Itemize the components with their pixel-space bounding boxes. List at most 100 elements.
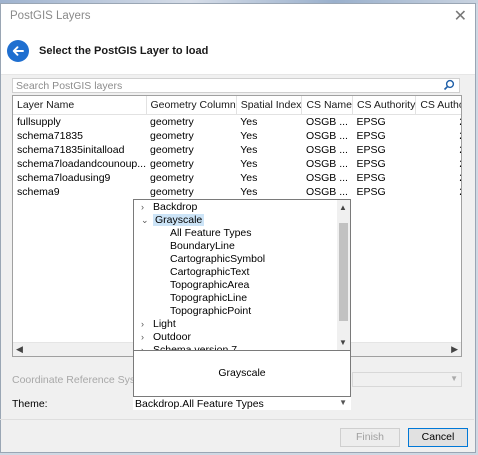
table-header-row: Layer Name Geometry Column Spatial Index… [13,96,461,115]
theme-tree: › Backdrop ⌄ Grayscale All Feature Types Boun… [134,200,339,350]
column-header-layer-name[interactable]: Layer Name [13,96,147,115]
chevron-down-icon: ▼ [450,374,458,383]
scroll-left-icon[interactable]: ◀ [16,344,23,355]
tree-item-child[interactable]: TopographicPoint [170,305,251,318]
table-cell: OSGB ... [305,186,348,198]
table-row[interactable]: fullsupplygeometryYesOSGB ...EPSG27700PR [13,115,461,130]
wizard-header: Select the PostGIS Layer to load [1,28,475,75]
table-cell: 27700 [416,157,461,171]
page-title: Select the PostGIS Layer to load [39,45,209,57]
table-cell: OSGB ... [305,130,348,142]
table-cell: Yes [240,186,258,198]
table-cell: Yes [240,144,258,156]
tree-item-label: Backdrop [153,201,198,213]
chevron-down-icon[interactable]: ⌄ [141,214,151,227]
table-cell: fullsupply [17,116,61,128]
tree-item-label: All Feature Types [170,227,252,239]
table-cell: Yes [240,116,258,128]
table-cell: EPSG [356,172,386,184]
tree-item-label: TopographicPoint [170,305,252,317]
table-cell: schema71835 [17,130,83,142]
theme-preview: Grayscale [134,350,350,397]
tree-item-child[interactable]: BoundaryLine [170,240,235,253]
table-cell: 27700 [416,185,461,199]
table-row[interactable]: schema7loadandcounoup... geometry Yes OSGB … [13,157,461,171]
title-bar: PostGIS Layers ✕ [1,4,475,28]
finish-button[interactable]: Finish [340,428,400,447]
tree-item-label: CartographicText [170,266,250,278]
search-icon[interactable] [443,79,455,91]
table-cell: geometry [150,186,194,198]
table-cell: EPSG [356,116,386,128]
search-input[interactable]: Search PostGIS layers [12,78,460,93]
table-cell: Yes [240,158,258,170]
scrollbar-thumb[interactable] [339,223,348,321]
tree-item-child[interactable]: TopographicLine [170,292,247,305]
table-row[interactable]: schema71835geometryYesOSGB ...EPSG27700P… [13,129,461,143]
scroll-down-icon[interactable]: ▼ [339,338,347,347]
table-cell: Yes [240,172,258,184]
table-cell: EPSG [356,130,386,142]
table-cell: OSGB ... [305,158,348,170]
table-row[interactable]: schema9geometryYesOSGB ...EPSG27700PR [13,185,461,199]
theme-selected-value: Backdrop.All Feature Types [135,398,264,410]
table-cell: geometry [150,172,194,184]
table-cell: schema7loadandcounoup... [17,158,147,170]
theme-preview-label: Grayscale [218,367,266,379]
table-cell: Yes [240,130,258,142]
theme-dropdown[interactable]: Backdrop.All Feature Types ▼ [133,396,351,410]
table-row[interactable]: schema71835initalload geometry Yes OSGB ...… [13,143,461,157]
column-header-geometry-column[interactable]: Geometry Column [146,96,237,115]
tree-item-group[interactable]: › Backdrop [141,201,197,214]
table-cell: geometry [150,116,194,128]
back-button[interactable] [7,40,29,62]
chevron-right-icon[interactable]: › [141,318,151,331]
tree-item-label: BoundaryLine [170,240,235,252]
tree-item-label: CartographicSymbol [170,253,266,265]
tree-item-label: TopographicArea [170,279,250,291]
table-cell: geometry [150,158,194,170]
table-cell: OSGB ... [305,144,348,156]
tree-item-label: Light [153,318,176,330]
table-cell: OSGB ... [305,116,348,128]
cancel-button[interactable]: Cancel [408,428,468,447]
column-header-spatial-index[interactable]: Spatial Index [236,96,303,115]
crs-dropdown: ▼ [352,372,462,387]
table-cell: EPSG [356,158,386,170]
tree-item-group[interactable]: ⌄ Grayscale [141,214,205,227]
chevron-right-icon[interactable]: › [141,331,151,344]
table-row[interactable]: schema7loadusing9 geometry Yes OSGB ... EPSG… [13,171,461,185]
tree-item-label: Outdoor [153,331,191,343]
arrow-left-icon [12,46,24,56]
scroll-right-icon[interactable]: ▶ [451,344,458,355]
table-cell: 27700 [416,115,461,130]
chevron-right-icon[interactable]: › [141,201,151,214]
window-title: PostGIS Layers [10,10,91,22]
tree-item-label: Grayscale [153,214,205,226]
vertical-scrollbar[interactable]: ▲ ▼ [337,200,350,350]
tree-item-child[interactable]: CartographicText [170,266,249,279]
search-placeholder: Search PostGIS layers [16,80,123,92]
table-cell: EPSG [356,186,386,198]
table-cell: EPSG [356,144,386,156]
table-cell: 27700 [416,171,461,185]
column-header-cs-authority-id[interactable]: CS Authority ID [415,96,461,115]
dialog-footer: Finish Cancel [0,419,474,449]
column-header-cs-authority[interactable]: CS Authority [352,96,417,115]
chevron-down-icon[interactable]: ▼ [339,398,347,407]
table-cell: schema71835initalload [17,144,125,156]
table-cell: OSGB ... [305,172,348,184]
table-cell: schema7loadusing9 [17,172,111,184]
tree-item-child[interactable]: All Feature Types [170,227,252,240]
tree-item-child[interactable]: CartographicSymbol [170,253,265,266]
tree-item-group[interactable]: › Outdoor [141,331,191,344]
tree-item-group[interactable]: › Light [141,318,176,331]
table-cell: 27700 [416,129,461,143]
scroll-up-icon[interactable]: ▲ [339,203,347,212]
close-icon[interactable]: ✕ [454,6,467,26]
tree-item-label: TopographicLine [170,292,248,304]
column-header-cs-name[interactable]: CS Name [301,96,353,115]
table-cell: 27700 [416,143,461,157]
tree-item-child[interactable]: TopographicArea [170,279,249,292]
theme-label: Theme: [12,398,48,410]
